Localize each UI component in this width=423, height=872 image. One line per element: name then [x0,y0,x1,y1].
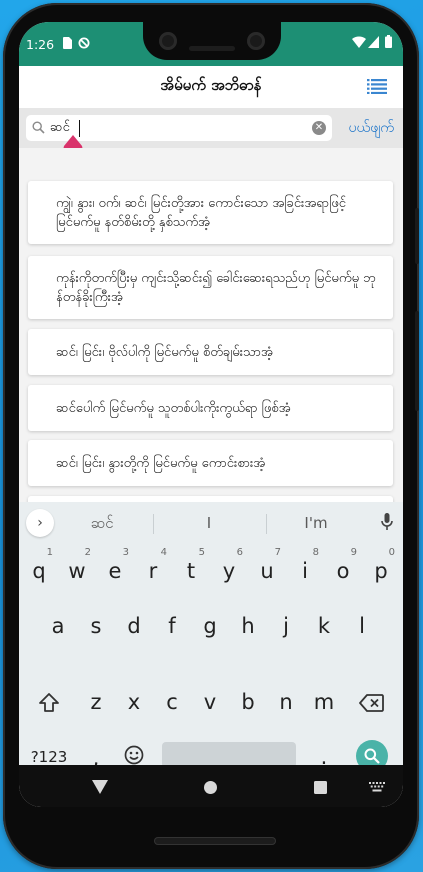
search-icon [364,748,380,764]
list-item-text: ကုန်းကိုတက်ပြီးမှ ကျင်းသို့ဆင်း၍ ခေါင်းဆ… [56,270,376,305]
emoji-icon[interactable] [124,745,144,765]
app-header: အိမ်မက် အဘိဓာန် [19,66,403,109]
key-i[interactable]: i8 [287,547,323,593]
key-p[interactable]: p0 [363,547,399,593]
key-a[interactable]: a [40,604,76,648]
system-nav-bar [19,765,403,807]
signal-icon [368,36,379,48]
suggestion-divider [153,514,154,534]
front-sensor [247,32,265,50]
key-z[interactable]: z [78,680,114,724]
key-v[interactable]: v [192,680,228,724]
home-icon[interactable] [204,781,217,794]
key-b[interactable]: b [230,680,266,724]
key-h[interactable]: h [230,604,266,648]
list-item[interactable]: ဆင်ပေါက် မြင်မက်မူ သူတစ်ပါးကိုးကွယ်ရာ ဖြ… [28,385,393,431]
list-item-text: ကျွဲ၊ နွား၊ ဝက်၊ ဆင်၊ မြင်းတို့အား ကောင်… [56,195,346,230]
key-w[interactable]: w2 [59,547,95,593]
cancel-button[interactable]: ပယ်ဖျက် [349,118,395,139]
wifi-icon [352,36,366,48]
microphone-icon[interactable] [381,513,393,531]
key-y[interactable]: y6 [211,547,247,593]
suggestion-divider [266,514,267,534]
key-n[interactable]: n [268,680,304,724]
bottom-speaker [154,837,276,845]
search-icon [32,121,45,134]
key-f[interactable]: f [154,604,190,648]
keyboard-switch-icon[interactable] [369,782,385,793]
earpiece [189,46,235,51]
recents-icon[interactable] [314,781,327,794]
key-q[interactable]: q1 [21,547,57,593]
suggestion-3[interactable]: I'm [271,514,361,532]
screen: 1:26 အိမ်မက် အဘိဓာန် ဆင် ✕ ပယ်ဖျက် ကျွဲ၊… [19,22,403,807]
chevron-right-icon[interactable]: › [26,509,54,537]
key-u[interactable]: u7 [249,547,285,593]
sim-card-icon [63,37,72,49]
search-input[interactable] [50,118,300,138]
front-camera [159,32,177,50]
suggestion-2[interactable]: I [164,514,254,532]
key-g[interactable]: g [192,604,228,648]
list-item[interactable]: ဆင်၊ မြင်း၊ နွားတို့ကို မြင်မက်မူ ကောင်း… [28,440,393,486]
page-title: အိမ်မက် အဘိဓာန် [160,76,262,94]
key-d[interactable]: d [116,604,152,648]
key-e[interactable]: e3 [97,547,133,593]
data-saver-icon [78,37,90,49]
key-c[interactable]: c [154,680,190,724]
key-k[interactable]: k [306,604,342,648]
key-x[interactable]: x [116,680,152,724]
key-t[interactable]: t5 [173,547,209,593]
camera-notch [143,22,281,60]
list-menu-icon[interactable] [367,79,387,94]
clear-icon[interactable]: ✕ [312,121,326,135]
list-item[interactable]: ကုန်းကိုတက်ပြီးမှ ကျင်းသို့ဆင်း၍ ခေါင်းဆ… [28,256,393,319]
back-icon[interactable] [92,780,108,794]
key-r[interactable]: r4 [135,547,171,593]
list-item-text: ဆင်၊ မြင်း၊ နွားတို့ကို မြင်မက်မူ ကောင်း… [56,455,266,471]
status-bar: 1:26 [19,22,403,66]
battery-icon [385,35,392,48]
key-o[interactable]: o9 [325,547,361,593]
results-list: ကျွဲ၊ နွား၊ ဝက်၊ ဆင်၊ မြင်းတို့အား ကောင်… [19,148,403,516]
status-time: 1:26 [26,37,55,52]
shift-icon[interactable] [38,692,60,713]
key-s[interactable]: s [78,604,114,648]
key-m[interactable]: m [306,680,342,724]
key-j[interactable]: j [268,604,304,648]
backspace-icon[interactable] [359,694,384,712]
list-item-text: ဆင်ပေါက် မြင်မက်မူ သူတစ်ပါးကိုးကွယ်ရာ ဖြ… [56,400,291,416]
list-item[interactable]: ဆင်၊ မြင်း၊ ဗိုလ်ပါကို မြင်မက်မူ စိတ်ချမ… [28,329,393,375]
suggestion-1[interactable]: ဆင် [57,514,147,536]
power-button [415,208,419,264]
soft-keyboard: › ဆင် I I'm q1 w2 e3 r4 t5 y6 u7 i8 o9 p… [19,502,403,772]
suggestion-strip: › ဆင် I I'm [19,502,403,546]
volume-button [415,311,419,411]
list-item[interactable]: ကျွဲ၊ နွား၊ ဝက်၊ ဆင်၊ မြင်းတို့အား ကောင်… [28,181,393,244]
key-l[interactable]: l [344,604,380,648]
list-item-text: ဆင်၊ မြင်း၊ ဗိုလ်ပါကို မြင်မက်မူ စိတ်ချမ… [56,344,273,360]
